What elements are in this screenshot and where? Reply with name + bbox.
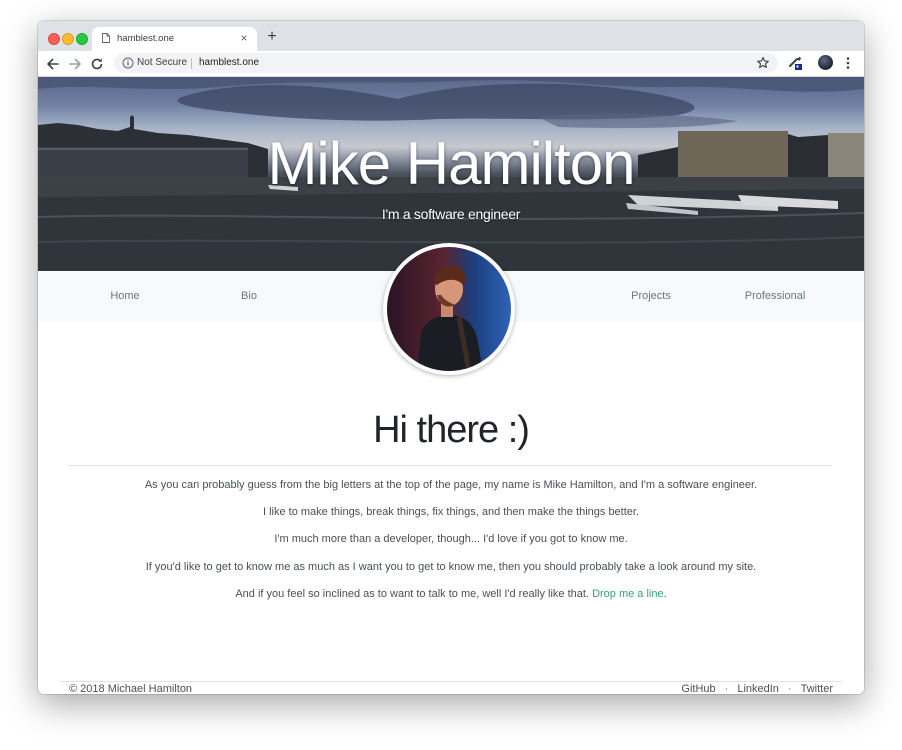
url-text[interactable]: hamblest.one bbox=[199, 57, 259, 68]
hero-banner: Mike Hamilton I'm a software engineer bbox=[38, 77, 864, 271]
github-link[interactable]: GitHub bbox=[681, 683, 715, 694]
tab-strip: hamblest.one × + bbox=[38, 21, 864, 51]
tab-close-icon[interactable]: × bbox=[237, 31, 251, 45]
footer-separator: · bbox=[724, 683, 729, 694]
address-divider bbox=[191, 58, 192, 69]
nav-link-projects[interactable]: Projects bbox=[631, 290, 671, 302]
new-tab-button[interactable]: + bbox=[264, 29, 280, 45]
profile-icon[interactable] bbox=[818, 55, 833, 70]
profile-photo bbox=[387, 247, 511, 371]
heading-divider bbox=[68, 465, 832, 466]
contact-paragraph-text: And if you feel so inclined as to want t… bbox=[235, 588, 593, 600]
back-icon[interactable] bbox=[45, 56, 61, 72]
star-icon[interactable] bbox=[756, 56, 770, 70]
copyright-text: © 2018 Michael Hamilton bbox=[69, 683, 193, 694]
contact-paragraph: And if you feel so inclined as to want t… bbox=[38, 588, 864, 600]
intro-paragraph-4: If you'd like to get to know me as much … bbox=[145, 561, 757, 573]
footer-links: GitHub · LinkedIn · Twitter bbox=[681, 683, 833, 694]
menu-icon[interactable] bbox=[844, 55, 852, 71]
address-bar[interactable]: Not Secure hamblest.one bbox=[114, 53, 778, 73]
hero-title: Mike Hamilton bbox=[267, 130, 635, 197]
forward-icon[interactable] bbox=[67, 56, 83, 72]
linkedin-link[interactable]: LinkedIn bbox=[737, 683, 779, 694]
extension-icon[interactable] bbox=[787, 55, 803, 71]
footer-separator: · bbox=[787, 683, 792, 694]
browser-toolbar: Not Secure hamblest.one bbox=[38, 51, 864, 77]
security-status: Not Secure bbox=[137, 57, 188, 68]
intro-paragraph-2: I like to make things, break things, fix… bbox=[262, 506, 640, 518]
welcome-heading: Hi there :) bbox=[373, 409, 530, 451]
intro-paragraph-3: I'm much more than a developer, though..… bbox=[274, 533, 628, 545]
nav-link-home[interactable]: Home bbox=[110, 290, 139, 302]
contact-paragraph-end: . bbox=[663, 588, 667, 600]
intro-paragraph-1: As you can probably guess from the big l… bbox=[144, 479, 758, 491]
profile-avatar[interactable] bbox=[383, 243, 515, 375]
maximize-window-button[interactable] bbox=[76, 33, 88, 45]
close-window-button[interactable] bbox=[48, 33, 60, 45]
info-icon[interactable] bbox=[122, 57, 134, 69]
nav-link-bio[interactable]: Bio bbox=[241, 290, 257, 302]
reload-icon[interactable] bbox=[89, 56, 105, 72]
hero-subtitle: I'm a software engineer bbox=[381, 206, 521, 222]
document-icon bbox=[102, 33, 110, 43]
nav-link-professional[interactable]: Professional bbox=[745, 290, 806, 302]
page-viewport: Mike Hamilton I'm a software engineer Ho… bbox=[38, 77, 864, 694]
browser-window: hamblest.one × + Not Secure hamblest.one bbox=[38, 21, 864, 694]
contact-link[interactable]: Drop me a line bbox=[592, 588, 664, 600]
twitter-link[interactable]: Twitter bbox=[801, 683, 833, 694]
minimize-window-button[interactable] bbox=[62, 33, 74, 45]
footer-divider bbox=[60, 681, 842, 682]
tab-title: hamblest.one bbox=[117, 33, 175, 44]
browser-tab[interactable]: hamblest.one × bbox=[92, 27, 257, 51]
